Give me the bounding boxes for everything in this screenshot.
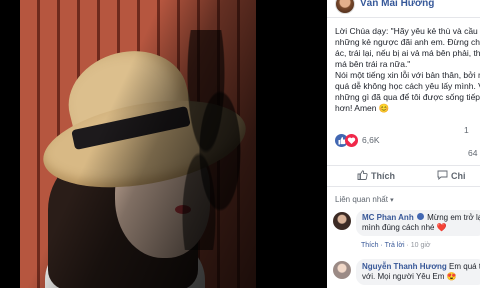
- commenter-name[interactable]: Nguyễn Thanh Hương: [362, 262, 447, 271]
- reaction-count: 6,6K: [362, 135, 380, 145]
- caption-line: Nói một tiếng xin lỗi với bản thân, bởi …: [335, 70, 480, 80]
- chevron-down-icon: ▾: [390, 197, 394, 204]
- caption-line: những kẻ ngược đãi anh em. Đừng chống: [335, 37, 480, 47]
- post-side-panel: Văn Mai Hương Lời Chúa dạy: "Hãy yêu kẻ …: [327, 0, 480, 288]
- post-header: Văn Mai Hương: [327, 0, 480, 18]
- thumbs-up-outline-icon: [357, 170, 368, 180]
- comment-bubble-icon: [437, 170, 448, 181]
- photo-viewer[interactable]: [0, 0, 327, 288]
- comment-text: với. Mọi người Yêu Em 😍: [362, 272, 457, 281]
- heart-icon: [345, 134, 358, 147]
- author-name[interactable]: Văn Mai Hương: [360, 0, 434, 9]
- commenter-avatar[interactable]: [333, 261, 351, 279]
- comment-filter-label: Liên quan nhất: [335, 195, 388, 204]
- caption-line: Lời Chúa dạy: "Hãy yêu kẻ thù và cầu ng: [335, 26, 480, 36]
- comment-filter-dropdown[interactable]: Liên quan nhất ▾: [335, 195, 394, 204]
- verified-badge-icon: [416, 213, 424, 220]
- post-action-bar: Thích Chi: [327, 165, 480, 187]
- like-button[interactable]: Thích: [357, 170, 395, 181]
- author-avatar[interactable]: [335, 0, 355, 14]
- comment-reply-link[interactable]: · Trả lời: [380, 242, 404, 249]
- comment-time[interactable]: · 10 giờ: [406, 242, 430, 249]
- comment-bubble: MC Phan Anh Mừng em trở lại y mình đúng …: [356, 210, 480, 236]
- share-count[interactable]: 64: [468, 148, 477, 158]
- comment-meta: Thích · Trả lời · 10 giờ: [361, 242, 431, 249]
- caption-line: quá dễ không học cách yêu lấy mình. Và: [335, 81, 480, 91]
- commenter-name[interactable]: MC Phan Anh: [362, 213, 414, 222]
- photo-leaf-shadow: [178, 30, 248, 250]
- comment-bubble: Nguyễn Thanh Hương Em quá t với. Mọi ngư…: [356, 259, 480, 285]
- comment-button-label: Chi: [451, 171, 466, 181]
- caption-line: ác, trái lại, nếu bị ai vả má bên phải, …: [335, 48, 480, 58]
- commenter-avatar[interactable]: [333, 212, 351, 230]
- comment-like-link[interactable]: Thích: [361, 242, 379, 249]
- comment-text: Em quá t: [449, 262, 480, 271]
- caption-line: má bên trái ra nữa.": [335, 59, 411, 69]
- comment-text: Mừng em trở lại y: [427, 213, 480, 222]
- caption-line: những gì đã qua để tôi được sống tiếp,: [335, 92, 480, 102]
- photo-theater-window: Văn Mai Hương Lời Chúa dạy: "Hãy yêu kẻ …: [0, 0, 480, 288]
- comment-text: mình đúng cách nhé ❤️: [362, 223, 447, 232]
- comment-count[interactable]: 1: [464, 125, 469, 135]
- like-button-label: Thích: [371, 171, 395, 181]
- caption-line: hơn! Amen 😊: [335, 103, 390, 113]
- comment-button[interactable]: Chi: [437, 170, 466, 181]
- post-photo[interactable]: [20, 0, 256, 288]
- post-caption: Lời Chúa dạy: "Hãy yêu kẻ thù và cầu ng …: [335, 26, 480, 114]
